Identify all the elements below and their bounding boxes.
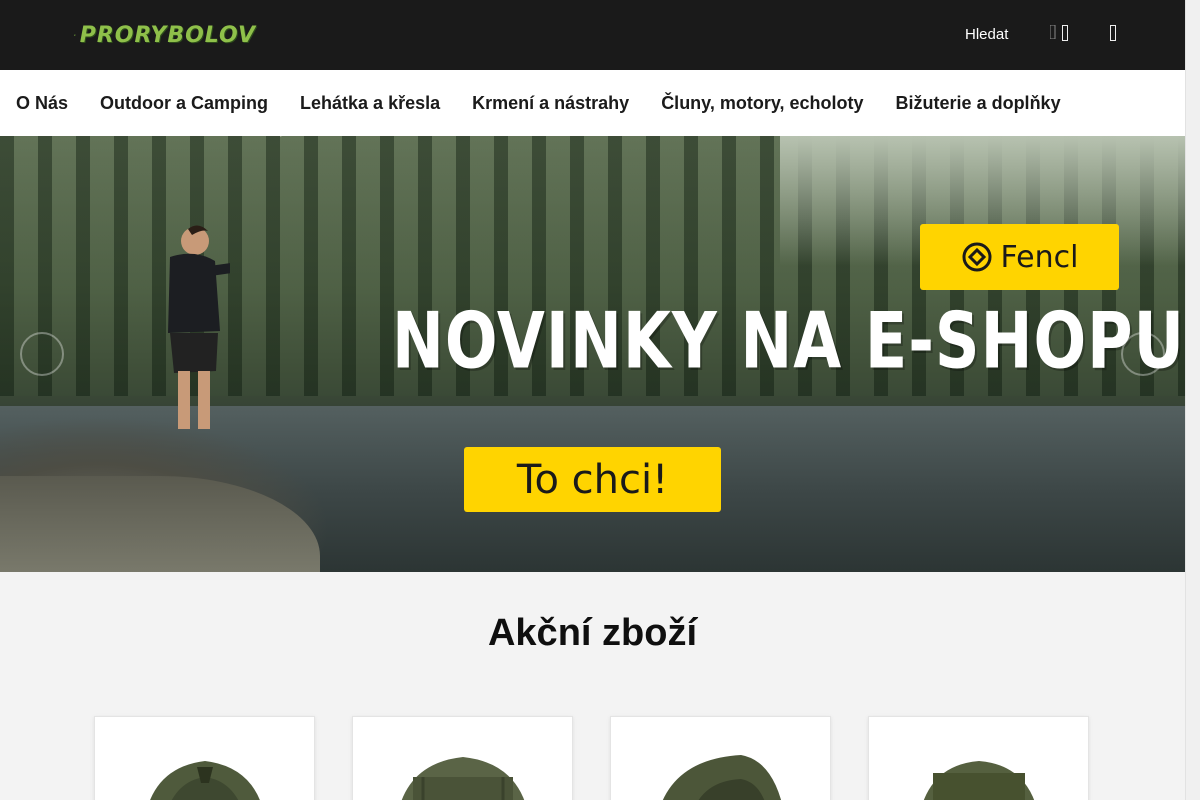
search-button[interactable]: Hledat: [963, 26, 1008, 43]
hero-cta-button[interactable]: To chci!: [464, 447, 721, 512]
top-bar: PRORYBOLOV Hledat: [0, 0, 1185, 70]
hero-headline: NOVINKY NA E-SHOPU: [392, 294, 1185, 387]
section-title: Akční zboží: [487, 612, 698, 654]
nav-item-cluny-motory[interactable]: Čluny, motory, echoloty: [661, 93, 863, 114]
product-grid: [0, 716, 1185, 800]
header-icons: [1049, 24, 1068, 44]
tent-icon: [150, 761, 260, 800]
bivvy-icon: [401, 757, 525, 800]
fish-logo-icon: [74, 34, 76, 36]
brand-badge-text: Fencl: [1000, 239, 1079, 275]
product-card[interactable]: [868, 716, 1089, 800]
slider-prev-button[interactable]: [20, 332, 64, 376]
product-card[interactable]: [610, 716, 831, 800]
angler-figure: [168, 225, 230, 429]
account-icon[interactable]: [1110, 25, 1116, 45]
logo-text: PRORYBOLOV: [79, 22, 256, 48]
hero-banner[interactable]: Fencl NOVINKY NA E-SHOPU To chci!: [0, 136, 1185, 572]
cart-icon[interactable]: [1062, 25, 1068, 44]
fencl-logo-icon: [962, 242, 992, 272]
site-logo[interactable]: PRORYBOLOV: [74, 9, 256, 61]
nav-item-bizuterie-doplnky[interactable]: Bižuterie a doplňky: [896, 93, 1061, 114]
brand-badge[interactable]: Fencl: [920, 224, 1119, 290]
wishlist-icon[interactable]: [1049, 24, 1056, 44]
nav-item-o-nas[interactable]: O Nás: [16, 93, 68, 114]
bivvy-icon: [923, 761, 1035, 800]
product-card[interactable]: [94, 716, 315, 800]
page-scrollbar[interactable]: [1185, 0, 1200, 800]
slider-next-button[interactable]: [1121, 332, 1165, 376]
nav-item-lehatka-kresla[interactable]: Lehátka a křesla: [300, 93, 440, 114]
nav-item-krmeni-nastrahy[interactable]: Krmení a nástrahy: [472, 93, 629, 114]
shelter-icon: [662, 755, 781, 800]
main-navigation: O Nás Outdoor a Camping Lehátka a křesla…: [0, 70, 1185, 136]
product-card[interactable]: [352, 716, 573, 800]
search-label: Hledat: [965, 26, 1009, 43]
nav-item-outdoor-camping[interactable]: Outdoor a Camping: [100, 93, 268, 114]
